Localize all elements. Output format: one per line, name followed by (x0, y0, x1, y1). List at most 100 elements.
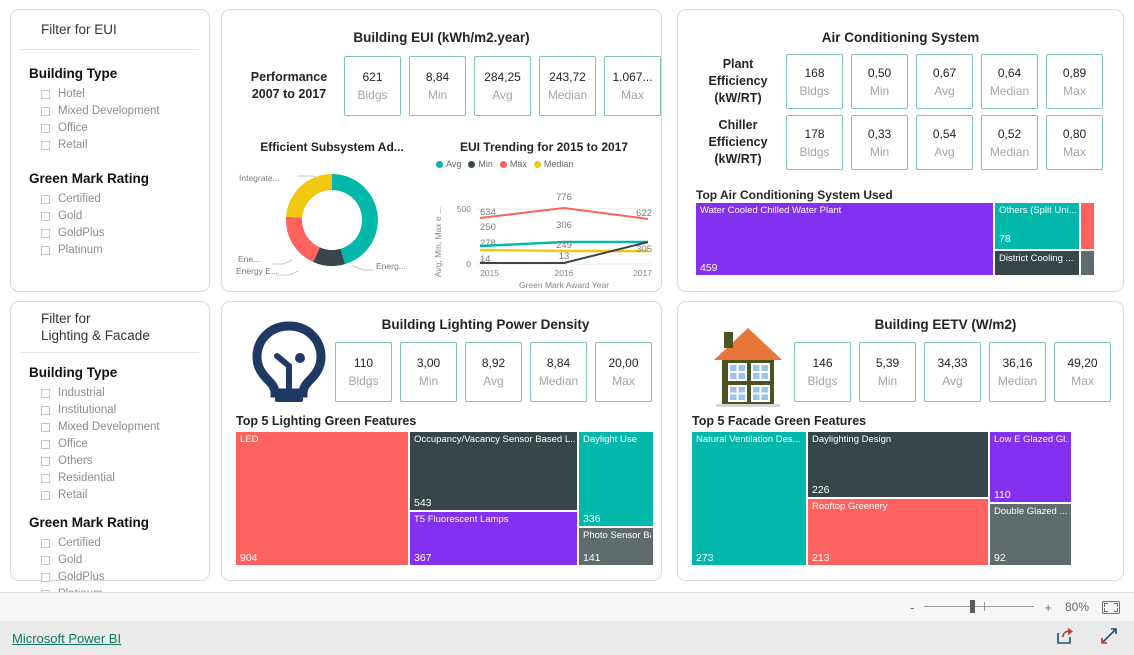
slicer-item-industrial[interactable]: Industrial (41, 386, 209, 401)
treemap-cell-double-glazed[interactable]: Double Glazed ... 92 (990, 504, 1071, 565)
kpi-lighting-bldgs[interactable]: 110 Bldgs (335, 342, 392, 402)
checkbox-icon[interactable] (41, 211, 50, 221)
treemap-facade-features[interactable]: Natural Ventilation Des... 273 Daylighti… (692, 432, 1099, 565)
donut-label-energ: Energ... (376, 261, 406, 271)
slicer-item-gold[interactable]: Gold (41, 553, 209, 568)
kpi-chiller-min[interactable]: 0,33 Min (851, 115, 908, 170)
kpi-eui-avg[interactable]: 284,25 Avg (474, 56, 531, 116)
kpi-label: Bldgs (799, 144, 830, 159)
fit-to-page-icon[interactable] (1102, 600, 1120, 614)
powerbi-brand-link[interactable]: Microsoft Power BI (12, 631, 121, 646)
kpi-eui-bldgs[interactable]: 621 Bldgs (344, 56, 401, 116)
treemap-cell-photo-sensor-based[interactable]: Photo Sensor Ba... 141 (579, 528, 653, 565)
treemap-cell-occupancy-vacancy-sensor[interactable]: Occupancy/Vacancy Sensor Based L... 543 (410, 432, 577, 510)
kpi-eetv-median[interactable]: 36,16 Median (989, 342, 1046, 402)
kpi-lighting-median[interactable]: 8,84 Median (530, 342, 587, 402)
zoom-out-button[interactable]: - (910, 600, 914, 615)
kpi-eui-median[interactable]: 243,72 Median (539, 56, 596, 116)
line-chart-eui-trending[interactable]: EUI Trending for 2015 to 2017 Avg Min Ma… (430, 140, 658, 292)
treemap-cell-daylighting-design[interactable]: Daylighting Design 226 (808, 432, 988, 497)
checkbox-icon[interactable] (41, 538, 50, 548)
treemap-cell-other-2[interactable] (1081, 251, 1094, 275)
trend-xtick-2016: 2016 (555, 268, 574, 278)
treemap-cell-low-e-glazed-glass[interactable]: Low E Glazed Gl... 110 (990, 432, 1071, 502)
kpi-eui-min[interactable]: 8,84 Min (409, 56, 466, 116)
treemap-cell-daylight-use[interactable]: Daylight Use 336 (579, 432, 653, 526)
slicer-item-institutional[interactable]: Institutional (41, 403, 209, 418)
slicer-item-mixed-development[interactable]: Mixed Development (41, 420, 209, 435)
slicer-item-residential[interactable]: Residential (41, 471, 209, 486)
fullscreen-icon[interactable] (1100, 627, 1118, 650)
checkbox-icon[interactable] (41, 405, 50, 415)
zoom-slider-handle[interactable] (970, 600, 976, 613)
slicer-item-goldplus[interactable]: GoldPlus (41, 570, 209, 585)
checkbox-icon[interactable] (41, 422, 50, 432)
treemap-cell-natural-ventilation-design[interactable]: Natural Ventilation Des... 273 (692, 432, 806, 565)
slicer-item-retail[interactable]: Retail (41, 138, 209, 153)
checkbox-icon[interactable] (41, 572, 50, 582)
checkbox-icon[interactable] (41, 473, 50, 483)
kpi-chiller-median[interactable]: 0,52 Median (981, 115, 1038, 170)
checkbox-icon[interactable] (41, 490, 50, 500)
kpi-chiller-bldgs[interactable]: 178 Bldgs (786, 115, 843, 170)
slicer-item-office[interactable]: Office (41, 121, 209, 136)
kpi-lighting-min[interactable]: 3,00 Min (400, 342, 457, 402)
treemap-lighting-features[interactable]: LED 904 Occupancy/Vacancy Sensor Based L… (236, 432, 653, 565)
kpi-plant-median[interactable]: 0,64 Median (981, 54, 1038, 109)
checkbox-icon[interactable] (41, 140, 50, 150)
kpi-chiller-avg[interactable]: 0,54 Avg (916, 115, 973, 170)
checkbox-icon[interactable] (41, 245, 50, 255)
kpi-plant-avg[interactable]: 0,67 Avg (916, 54, 973, 109)
treemap-cell-others-split-unit[interactable]: Others (Split Uni... 78 (995, 203, 1079, 249)
share-icon[interactable] (1056, 627, 1074, 650)
treemap-cell-led[interactable]: LED 904 (236, 432, 408, 565)
checkbox-icon[interactable] (41, 456, 50, 466)
checkbox-icon[interactable] (41, 555, 50, 565)
treemap-cell-t5-fluorescent-lamps[interactable]: T5 Fluorescent Lamps 367 (410, 512, 577, 565)
zoom-slider[interactable] (924, 600, 1035, 614)
kpi-plant-min[interactable]: 0,50 Min (851, 54, 908, 109)
checkbox-icon[interactable] (41, 89, 50, 99)
legend-label: Min (478, 159, 493, 169)
treemap-cell-other-1[interactable] (1081, 203, 1094, 249)
slicer-item-mixed-development[interactable]: Mixed Development (41, 104, 209, 119)
checkbox-icon[interactable] (41, 439, 50, 449)
legend-dot-icon (468, 160, 476, 168)
slicer-item-others[interactable]: Others (41, 454, 209, 469)
legend-item-max[interactable]: Max (499, 159, 527, 169)
kpi-lighting-avg[interactable]: 8,92 Avg (465, 342, 522, 402)
legend-item-min[interactable]: Min (468, 159, 493, 169)
treemap-cell-water-cooled-chilled-water-plant[interactable]: Water Cooled Chilled Water Plant 459 (696, 203, 993, 275)
slicer-item-gold[interactable]: Gold (41, 209, 209, 224)
slicer-item-office[interactable]: Office (41, 437, 209, 452)
kpi-plant-max[interactable]: 0,89 Max (1046, 54, 1103, 109)
slicer-item-hotel[interactable]: Hotel (41, 87, 209, 102)
kpi-lighting-max[interactable]: 20,00 Max (595, 342, 652, 402)
treemap-cell-rooftop-greenery[interactable]: Rooftop Greenery 213 (808, 499, 988, 565)
legend-item-avg[interactable]: Avg (436, 159, 461, 169)
kpi-plant-bldgs[interactable]: 168 Bldgs (786, 54, 843, 109)
slicer-item-goldplus[interactable]: GoldPlus (41, 226, 209, 241)
kpi-eetv-min[interactable]: 5,39 Min (859, 342, 916, 402)
legend-item-median[interactable]: Median (533, 159, 573, 169)
checkbox-icon[interactable] (41, 194, 50, 204)
zoom-in-button[interactable]: + (1044, 600, 1052, 615)
checkbox-icon[interactable] (41, 228, 50, 238)
kpi-eetv-avg[interactable]: 34,33 Avg (924, 342, 981, 402)
kpi-eui-max[interactable]: 1.067... Max (604, 56, 661, 116)
slicer-item-label: Industrial (58, 387, 105, 400)
slicer-item-certified[interactable]: Certified (41, 192, 209, 207)
kpi-chiller-max[interactable]: 0,80 Max (1046, 115, 1103, 170)
checkbox-icon[interactable] (41, 388, 50, 398)
donut-chart-efficient-subsystem[interactable]: Efficient Subsystem Ad... Integrate... E… (232, 140, 432, 290)
checkbox-icon[interactable] (41, 123, 50, 133)
slicer-item-retail[interactable]: Retail (41, 488, 209, 503)
treemap-cell-district-cooling[interactable]: District Cooling ... (995, 251, 1079, 275)
slicer-item-platinum[interactable]: Platinum (41, 243, 209, 258)
checkbox-icon[interactable] (41, 106, 50, 116)
zoom-slider-track (924, 606, 1035, 607)
kpi-eetv-max[interactable]: 49,20 Max (1054, 342, 1111, 402)
treemap-air-conditioning[interactable]: Water Cooled Chilled Water Plant 459 Oth… (696, 203, 1108, 275)
slicer-item-certified[interactable]: Certified (41, 536, 209, 551)
kpi-eetv-bldgs[interactable]: 146 Bldgs (794, 342, 851, 402)
